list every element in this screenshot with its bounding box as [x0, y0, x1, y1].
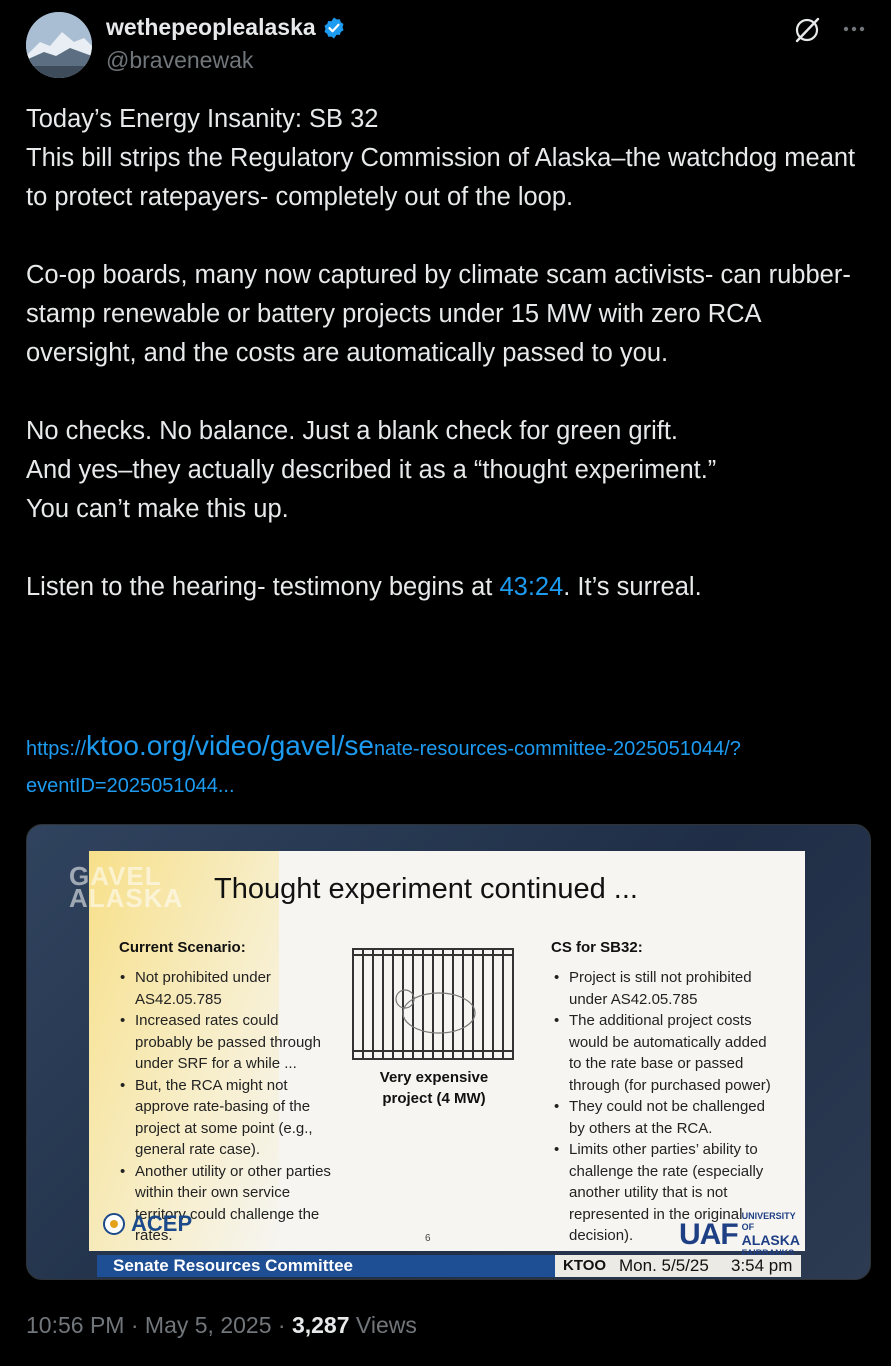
acep-emblem-icon	[103, 1213, 125, 1235]
cage-illustration	[351, 947, 515, 1066]
tweet-meta: 10:56 PM · May 5, 2025 · 3,287 Views	[26, 1312, 417, 1339]
tweet-paragraph-3: No checks. No balance. Just a blank chec…	[26, 417, 717, 523]
broadcast-date: Mon. 5/5/25	[619, 1256, 709, 1275]
left-column-heading: Current Scenario:	[119, 939, 246, 956]
slide-page-number: 6	[425, 1233, 431, 1244]
tweet-text: Today’s Energy Insanity: SB 32 This bill…	[26, 100, 871, 607]
post-date[interactable]: May 5, 2025	[145, 1312, 272, 1338]
verified-badge-icon	[322, 16, 346, 40]
post-time[interactable]: 10:56 PM	[26, 1312, 124, 1338]
more-options-icon[interactable]	[841, 16, 867, 42]
uaf-logo-line1: UNIVERSITY OF	[741, 1211, 796, 1232]
broadcast-lower-third: Senate Resources Committee KTOO Mon. 5/5…	[97, 1255, 801, 1277]
video-media[interactable]: GAVEL ALASKA Thought experiment continue…	[26, 824, 871, 1280]
committee-name: Senate Resources Committee	[113, 1256, 353, 1275]
acep-logo: ACEP	[103, 1211, 192, 1237]
tweet-paragraph-4-start: Listen to the hearing- testimony begins …	[26, 573, 500, 601]
tweet-paragraph-4-end: . It’s surreal.	[563, 573, 702, 601]
station-name: KTOO	[563, 1257, 607, 1274]
external-link[interactable]: https://ktoo.org/video/gavel/senate-reso…	[26, 727, 871, 805]
presentation-slide: GAVEL ALASKA Thought experiment continue…	[69, 851, 805, 1258]
timestamp-link[interactable]: 43:24	[499, 573, 563, 601]
meta-separator: ·	[124, 1312, 145, 1338]
views-label: Views	[349, 1312, 417, 1338]
avatar[interactable]	[26, 12, 92, 78]
list-item: Increased rates could probably be passed…	[117, 1010, 339, 1075]
right-column-heading: CS for SB32:	[551, 939, 643, 956]
gavel-alaska-watermark: GAVEL ALASKA	[69, 861, 184, 913]
list-item: But, the RCA might not approve rate-basi…	[117, 1075, 339, 1161]
user-handle[interactable]: @bravenewak	[106, 47, 346, 74]
list-item: Project is still not prohibited under AS…	[551, 967, 783, 1010]
left-column-list: Not prohibited under AS42.05.785 Increas…	[117, 967, 339, 1247]
acep-logo-text: ACEP	[131, 1211, 193, 1236]
cage-caption: Very expensive project (4 MW)	[379, 1069, 489, 1107]
list-item: They could not be challenged by others a…	[551, 1096, 783, 1139]
tweet-paragraph-1: Today’s Energy Insanity: SB 32 This bill…	[26, 105, 856, 211]
uaf-logo-line2: ALASKA	[741, 1232, 800, 1248]
list-item: The additional project costs would be au…	[551, 1010, 783, 1096]
tweet-paragraph-2: Co-op boards, many now captured by clima…	[26, 261, 851, 367]
grok-icon[interactable]	[793, 16, 821, 44]
right-column-list: Project is still not prohibited under AS…	[551, 967, 783, 1247]
views-count: 3,287	[291, 1312, 350, 1338]
display-name[interactable]: wethepeoplealaska	[106, 14, 316, 41]
meta-separator: ·	[271, 1312, 292, 1338]
uaf-logo-mark: UAF	[679, 1218, 739, 1251]
slide-title: Thought experiment continued ...	[214, 873, 638, 905]
broadcast-time: 3:54 pm	[731, 1256, 793, 1275]
tweet-header: wethepeoplealaska @bravenewak	[26, 12, 871, 80]
link-domain-path: ktoo.org/video/gavel/se	[86, 730, 374, 761]
link-prefix: https://	[26, 738, 87, 760]
uaf-logo: UAF UNIVERSITY OF ALASKA FAIRBANKS	[679, 1211, 805, 1259]
list-item: Not prohibited under AS42.05.785	[117, 967, 339, 1010]
